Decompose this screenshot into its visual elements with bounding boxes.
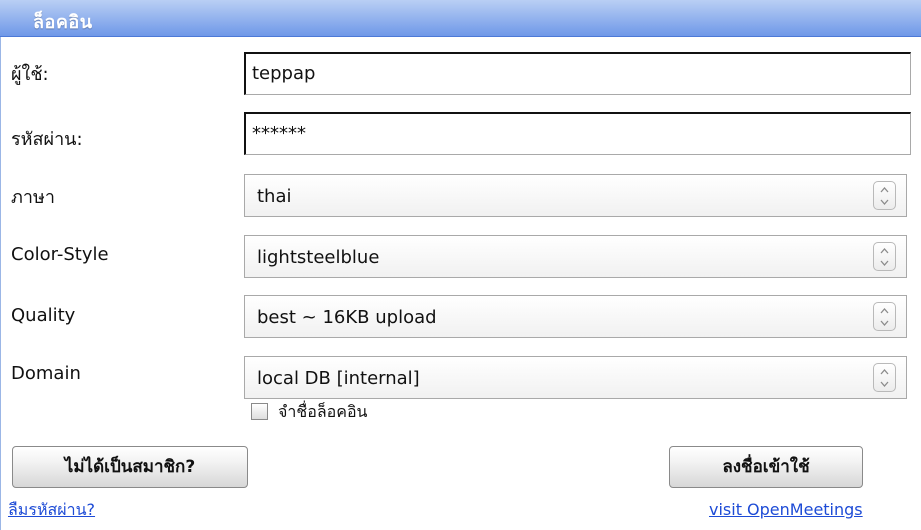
- chevron-up-icon: [880, 186, 889, 195]
- chevron-down-icon: [880, 197, 889, 206]
- quality-select[interactable]: best ~ 16KB upload: [244, 295, 907, 338]
- username-label: ผู้ใช้:: [11, 64, 49, 85]
- chevron-down-icon: [880, 318, 889, 327]
- chevron-down-icon: [880, 258, 889, 267]
- not-member-button[interactable]: ไม่ได้เป็นสมาชิก?: [12, 446, 248, 488]
- visit-openmeetings-link[interactable]: visit OpenMeetings: [709, 500, 863, 520]
- password-field[interactable]: ******: [244, 112, 911, 155]
- forgot-password-link[interactable]: ลืมรหัสผ่าน?: [8, 500, 95, 520]
- color-style-select[interactable]: lightsteelblue: [244, 235, 907, 278]
- chevron-down-icon: [880, 379, 889, 388]
- chevron-up-icon: [880, 247, 889, 256]
- remember-login-label: จำชื่อล็อคอิน: [278, 402, 368, 421]
- login-window: ล็อคอิน ผู้ใช้: teppap รหัสผ่าน: ****** …: [0, 0, 921, 530]
- password-label: รหัสผ่าน:: [11, 129, 83, 150]
- language-label: ภาษา: [11, 187, 55, 208]
- chevron-up-icon: [880, 368, 889, 377]
- left-border: [0, 37, 1, 530]
- window-title: ล็อคอิน: [33, 12, 93, 33]
- color-style-label: Color-Style: [11, 244, 109, 265]
- login-button[interactable]: ลงชื่อเข้าใช้: [669, 446, 863, 488]
- color-style-spinner[interactable]: [873, 242, 896, 271]
- domain-select-value: local DB [internal]: [257, 368, 420, 389]
- language-spinner[interactable]: [873, 181, 896, 210]
- username-value: teppap: [252, 63, 316, 84]
- username-field[interactable]: teppap: [244, 52, 911, 95]
- domain-spinner[interactable]: [873, 363, 896, 392]
- language-select[interactable]: thai: [244, 174, 907, 217]
- language-select-value: thai: [257, 186, 292, 207]
- domain-label: Domain: [11, 363, 81, 384]
- title-bar: ล็อคอิน: [0, 0, 921, 37]
- quality-label: Quality: [11, 305, 76, 326]
- domain-select[interactable]: local DB [internal]: [244, 356, 907, 399]
- color-style-select-value: lightsteelblue: [257, 247, 380, 268]
- remember-login-option[interactable]: จำชื่อล็อคอิน: [251, 402, 396, 425]
- quality-spinner[interactable]: [873, 302, 896, 331]
- chevron-up-icon: [880, 307, 889, 316]
- quality-select-value: best ~ 16KB upload: [257, 307, 437, 328]
- password-value: ******: [252, 123, 306, 144]
- remember-login-checkbox[interactable]: [251, 403, 268, 420]
